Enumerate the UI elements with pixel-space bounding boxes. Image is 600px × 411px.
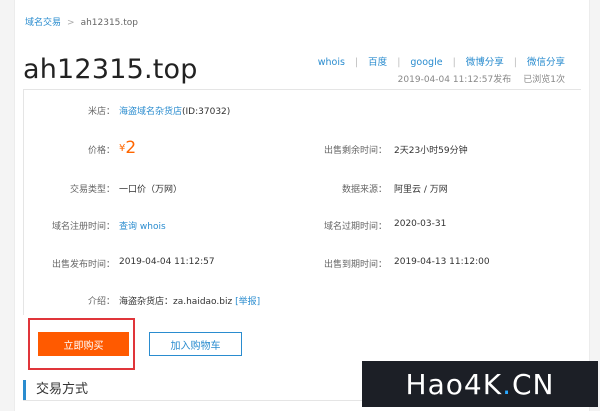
query-link[interactable]: 查询 [119,222,137,232]
remaining-time-label: 出售剩余时间： [323,146,387,156]
add-to-cart-button[interactable]: 加入购物车 [149,332,242,356]
breadcrumb-domain-trade[interactable]: 域名交易 [25,18,61,28]
section-title-trade-method: 交易方式 [23,380,88,400]
publish-time-value: 2019-04-04 11:12:57 [119,257,215,267]
publish-time: 2019-04-04 11:12:57发布 [397,75,512,85]
register-whois-link[interactable]: whois [140,222,166,232]
end-time-label: 出售到期时间： [323,260,387,270]
weibo-share-link[interactable]: 微博分享 [466,57,504,68]
watermark-suffix: CN [511,367,555,401]
listing-meta: 2019-04-04 11:12:57发布 已浏览1次 [398,72,565,85]
breadcrumb-current: ah12315.top [80,18,139,28]
intro-value: 海盗杂货店：za.haidao.biz [举报] [119,294,260,307]
share-links: whois | 百度 | google | 微博分享 | 微信分享 [317,57,565,68]
expire-time-label: 域名过期时间： [323,222,387,232]
price-value: ¥2 [119,136,137,158]
hao4k-watermark: Hao4K. CN [362,361,598,407]
shop-name-link[interactable]: 海盗域名杂货店 [119,107,182,117]
data-source-value: 阿里云 / 万网 [394,185,448,195]
data-source-label: 数据来源： [341,185,387,195]
trade-type-value: 一口价（万网） [119,185,183,195]
end-time-value: 2019-04-13 11:12:00 [394,257,490,267]
register-time-value: 查询 whois [119,219,166,232]
expire-time-value: 2020-03-31 [394,219,447,229]
shop-value: 海盗域名杂货店(ID:37032) [119,104,230,117]
page-title: ah12315.top [23,54,198,85]
breadcrumb-separator: > [67,18,75,28]
remaining-time-value: 2天23小时59分钟 [394,146,468,156]
intro-text: 海盗杂货店：za.haidao.biz [119,297,233,307]
header-divider [23,89,581,90]
detail-left-border [23,89,24,315]
publish-time-label: 出售发布时间： [51,260,115,270]
baidu-link[interactable]: 百度 [368,57,387,68]
buy-now-button[interactable]: 立即购买 [38,332,129,356]
price-label: 价格： [87,146,115,156]
intro-label: 介绍： [87,297,115,307]
view-count: 已浏览1次 [523,75,565,85]
trade-type-label: 交易类型： [69,185,115,195]
breadcrumb: 域名交易 > ah12315.top [25,15,138,28]
whois-link[interactable]: whois [318,57,345,68]
main-panel: 域名交易 > ah12315.top ah12315.top whois | 百度 | go… [14,0,590,411]
google-link[interactable]: google [410,57,442,68]
price-number: 2 [125,138,137,158]
register-time-label: 域名注册时间： [51,222,115,232]
watermark-dot: . [502,367,512,401]
shop-label: 米店： [87,107,115,117]
wechat-share-link[interactable]: 微信分享 [527,57,565,68]
report-link[interactable]: [举报] [235,297,260,307]
watermark-main: Hao4K [405,367,503,401]
shop-id: (ID:37032) [182,107,231,117]
